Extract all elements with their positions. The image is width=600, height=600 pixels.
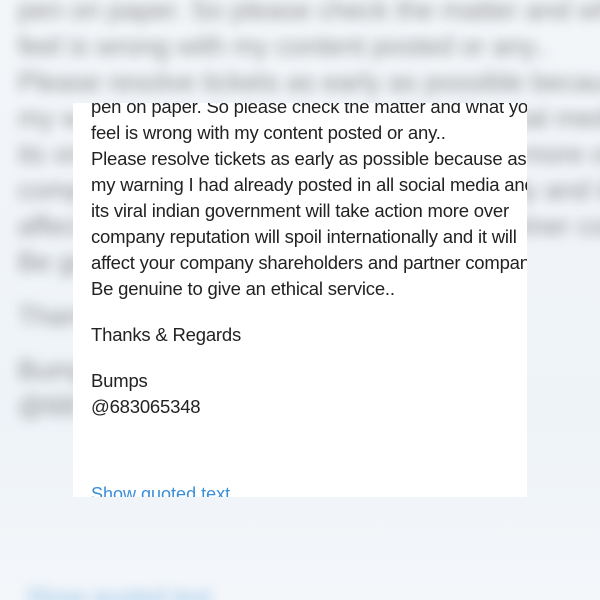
signature-name: Bumps	[91, 370, 148, 391]
email-body-text: pen on paper. So please check the matter…	[91, 103, 527, 420]
bg-line: feel is wrong with my content posted or …	[18, 31, 549, 61]
show-quoted-text-link[interactable]: Show quoted text	[91, 484, 230, 497]
bg-show-quoted-link: Show quoted text	[26, 584, 212, 600]
body-line: company reputation will spoil internatio…	[91, 226, 517, 247]
closing-text: Thanks & Regards	[91, 324, 242, 345]
email-body-card: pen on paper. So please check the matter…	[73, 103, 527, 497]
bg-line: Please resolve tickets as early as possi…	[18, 67, 600, 97]
signature-handle: @683065348	[91, 396, 201, 417]
body-line: affect your company shareholders and par…	[91, 252, 527, 273]
body-line: my warning I had already posted in all s…	[91, 174, 527, 195]
bg-line: pen on paper. So please check the matter…	[18, 0, 600, 25]
body-line: its viral indian government will take ac…	[91, 200, 509, 221]
body-line: Please resolve tickets as early as possi…	[91, 148, 527, 169]
body-line: feel is wrong with my content posted or …	[91, 122, 446, 143]
body-line: pen on paper. So please check the matter…	[91, 103, 527, 117]
screenshot-stage: pen on paper. So please check the matter…	[0, 0, 600, 600]
body-line: Be genuine to give an ethical service..	[91, 278, 395, 299]
